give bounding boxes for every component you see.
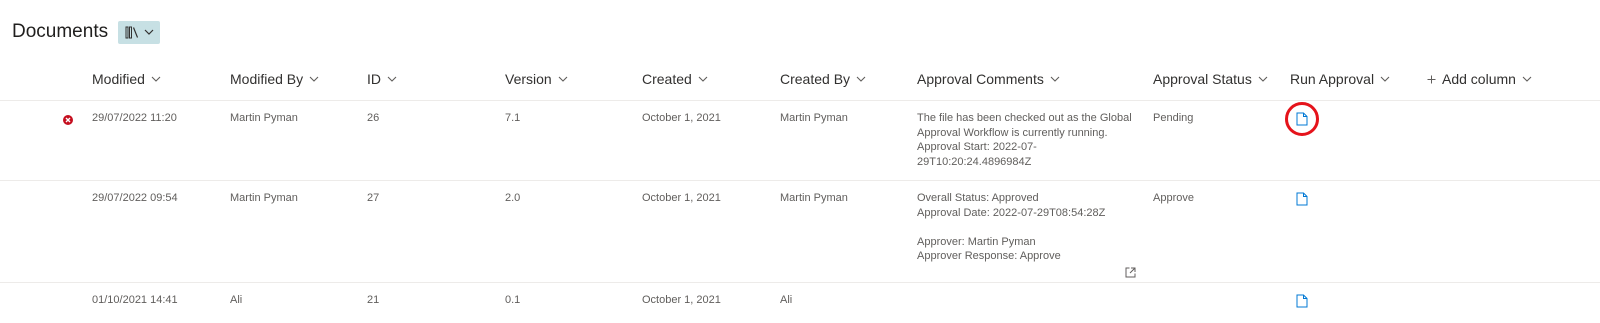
comment-line: 29T10:20:24.4896984Z bbox=[917, 155, 1032, 168]
column-header-created-by[interactable]: Created By bbox=[780, 71, 866, 87]
column-header-label: Approval Comments bbox=[917, 71, 1044, 87]
comment-line bbox=[917, 220, 1105, 235]
comment-line: Approver: Martin Pyman bbox=[917, 235, 1036, 248]
created-cell: October 1, 2021 bbox=[642, 112, 721, 124]
plus-icon bbox=[1427, 75, 1436, 83]
chevron-down-icon bbox=[1522, 76, 1532, 82]
column-header-modified-by[interactable]: Modified By bbox=[230, 71, 319, 87]
column-header-label: Run Approval bbox=[1290, 71, 1375, 87]
comment-line: Approval Workflow is currently running. bbox=[917, 126, 1108, 139]
id-cell: 26 bbox=[367, 112, 380, 124]
modified-cell: 29/07/2022 11:20 bbox=[92, 112, 177, 124]
chevron-down-icon bbox=[856, 76, 866, 82]
column-header-approval-comments[interactable]: Approval Comments bbox=[917, 71, 1060, 87]
created-by-cell[interactable]: Martin Pyman bbox=[780, 111, 848, 126]
approval-comments-cell: Overall Status: Approved Approval Date: … bbox=[917, 191, 1105, 264]
view-switcher-button[interactable] bbox=[118, 20, 161, 44]
modified-by-cell[interactable]: Martin Pyman bbox=[230, 111, 298, 126]
document-icon[interactable] bbox=[1296, 294, 1308, 308]
document-icon[interactable] bbox=[1296, 192, 1308, 206]
table-row[interactable]: 29/07/2022 09:54 Martin Pyman 27 2.0 Oct… bbox=[0, 181, 1600, 283]
column-header-label: Version bbox=[505, 71, 552, 87]
column-header-row: Modified Modified By ID Version Created … bbox=[0, 60, 1600, 101]
library-header: Documents bbox=[12, 18, 161, 46]
library-title: Documents bbox=[12, 21, 109, 42]
created-by-cell[interactable]: Ali bbox=[780, 293, 792, 308]
approval-status-cell: Approve bbox=[1153, 192, 1194, 204]
table-row[interactable]: 01/10/2021 14:41 Ali 21 0.1 October 1, 2… bbox=[0, 283, 1600, 323]
chevron-down-icon bbox=[151, 76, 161, 82]
comment-line: The file has been checked out as the Glo… bbox=[917, 112, 1132, 124]
created-cell: October 1, 2021 bbox=[642, 294, 721, 306]
column-header-created[interactable]: Created bbox=[642, 71, 708, 87]
column-header-label: Modified bbox=[92, 71, 145, 87]
chevron-down-icon bbox=[558, 76, 568, 82]
modified-cell: 29/07/2022 09:54 bbox=[92, 192, 178, 204]
column-header-label: Created bbox=[642, 71, 692, 87]
version-cell: 7.1 bbox=[505, 112, 521, 124]
open-in-new-window-icon[interactable] bbox=[1125, 267, 1136, 278]
table-row[interactable]: 29/07/2022 11:20 Martin Pyman 26 7.1 Oct… bbox=[0, 101, 1600, 181]
add-column-label: Add column bbox=[1442, 71, 1516, 87]
column-header-label: Modified By bbox=[230, 71, 304, 87]
chevron-down-icon bbox=[387, 76, 397, 82]
column-header-label: Approval Status bbox=[1153, 71, 1252, 87]
library-icon bbox=[125, 26, 138, 38]
comment-line: Overall Status: Approved bbox=[917, 192, 1039, 204]
created-cell: October 1, 2021 bbox=[642, 192, 721, 204]
column-header-modified[interactable]: Modified bbox=[92, 71, 161, 87]
add-column-button[interactable]: Add column bbox=[1427, 71, 1532, 87]
chevron-down-icon bbox=[1380, 76, 1390, 82]
comment-line: Approval Start: 2022-07- bbox=[917, 141, 1037, 153]
comment-line: Approver Response: Approve bbox=[917, 250, 1061, 262]
chevron-down-icon bbox=[698, 76, 708, 82]
column-header-label: Created By bbox=[780, 71, 851, 87]
chevron-down-icon bbox=[1050, 76, 1060, 82]
column-header-version[interactable]: Version bbox=[505, 71, 568, 87]
id-cell: 21 bbox=[367, 294, 380, 306]
created-by-cell[interactable]: Martin Pyman bbox=[780, 191, 848, 206]
comment-line: Approval Date: 2022-07-29T08:54:28Z bbox=[917, 206, 1106, 219]
chevron-down-icon bbox=[309, 76, 319, 82]
checked-out-icon bbox=[63, 115, 73, 125]
document-icon[interactable] bbox=[1296, 112, 1308, 126]
column-header-id[interactable]: ID bbox=[367, 71, 397, 87]
column-header-run-approval[interactable]: Run Approval bbox=[1290, 71, 1390, 87]
approval-comments-cell: The file has been checked out as the Glo… bbox=[917, 111, 1132, 169]
column-header-approval-status[interactable]: Approval Status bbox=[1153, 71, 1268, 87]
column-header-label: ID bbox=[367, 71, 381, 87]
chevron-down-icon bbox=[144, 29, 154, 35]
modified-cell: 01/10/2021 14:41 bbox=[92, 294, 178, 306]
version-cell: 2.0 bbox=[505, 192, 521, 204]
modified-by-cell[interactable]: Ali bbox=[230, 293, 242, 308]
modified-by-cell[interactable]: Martin Pyman bbox=[230, 191, 298, 206]
approval-status-cell: Pending bbox=[1153, 112, 1194, 124]
chevron-down-icon bbox=[1258, 76, 1268, 82]
version-cell: 0.1 bbox=[505, 294, 521, 306]
id-cell: 27 bbox=[367, 192, 380, 204]
